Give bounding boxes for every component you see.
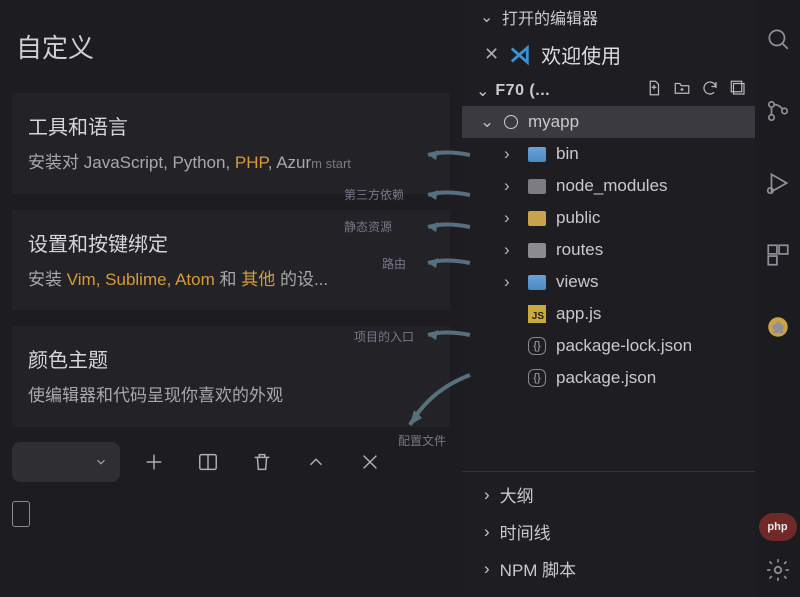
outline-section[interactable]: ›大纲 bbox=[462, 476, 755, 513]
explorer-sidebar: ⌄ 打开的编辑器 ✕ 欢迎使用 ⌄ F70 (... ⌄ myapp › bin … bbox=[462, 0, 755, 597]
json-icon: {} bbox=[528, 369, 546, 387]
card-desc: 安装 Vim, Sublime, Atom 和 其他 的设... bbox=[28, 267, 434, 293]
folder-label: node_modules bbox=[556, 176, 668, 196]
vscode-icon bbox=[509, 44, 531, 66]
chevron-down-icon: ⌄ bbox=[480, 112, 494, 132]
folder-label: myapp bbox=[528, 112, 579, 132]
folder-label: bin bbox=[556, 144, 579, 164]
debug-icon[interactable] bbox=[763, 168, 793, 198]
chevron-right-icon: › bbox=[504, 208, 518, 228]
php-badge: php bbox=[759, 513, 797, 541]
folder-label: views bbox=[556, 272, 599, 292]
placeholder-icon bbox=[12, 501, 30, 527]
folder-label: public bbox=[556, 208, 600, 228]
card-desc: 安装对 JavaScript, Python, PHP, Azurm start bbox=[28, 150, 434, 176]
search-icon[interactable] bbox=[763, 24, 793, 54]
card-theme[interactable]: 颜色主题 使编辑器和代码呈现你喜欢的外观 bbox=[12, 326, 450, 427]
workspace-row[interactable]: ⌄ F70 (... bbox=[462, 75, 755, 106]
tree-folder[interactable]: › bin bbox=[462, 138, 755, 170]
card-tools[interactable]: 工具和语言 安装对 JavaScript, Python, PHP, Azurm… bbox=[12, 93, 450, 194]
npm-section[interactable]: ›NPM 脚本 bbox=[462, 550, 755, 587]
sidebar-bottom: ›大纲 ›时间线 ›NPM 脚本 bbox=[462, 457, 755, 597]
add-button[interactable] bbox=[134, 442, 174, 482]
card-settings[interactable]: 设置和按键绑定 安装 Vim, Sublime, Atom 和 其他 的设... bbox=[12, 210, 450, 311]
chevron-down-icon: ⌄ bbox=[480, 7, 494, 27]
circle-icon bbox=[504, 115, 518, 129]
tree-folder[interactable]: › routes bbox=[462, 234, 755, 266]
chevron-right-icon: › bbox=[504, 176, 518, 196]
collapse-all-icon[interactable] bbox=[729, 79, 747, 102]
tree-root[interactable]: ⌄ myapp bbox=[462, 106, 755, 138]
annotation-config: 配置文件 bbox=[398, 432, 446, 449]
file-label: package.json bbox=[556, 368, 656, 388]
chevron-down-icon bbox=[94, 455, 108, 469]
open-editor-tab[interactable]: ✕ 欢迎使用 bbox=[462, 34, 755, 75]
chevron-right-icon: › bbox=[484, 485, 490, 505]
json-icon: {} bbox=[528, 337, 546, 355]
link-other[interactable]: 其他 bbox=[241, 270, 275, 289]
refresh-icon[interactable] bbox=[701, 79, 719, 102]
card-desc: 使编辑器和代码呈现你喜欢的外观 bbox=[28, 383, 434, 409]
source-control-icon[interactable] bbox=[763, 96, 793, 126]
tree-file[interactable]: {} package.json bbox=[462, 362, 755, 394]
folder-icon bbox=[528, 211, 546, 226]
tab-well[interactable] bbox=[12, 442, 120, 482]
new-file-icon[interactable] bbox=[645, 79, 663, 102]
file-label: app.js bbox=[556, 304, 601, 324]
trash-button[interactable] bbox=[242, 442, 282, 482]
chevron-down-icon: ⌄ bbox=[476, 81, 489, 101]
section-title: 自定义 bbox=[0, 18, 462, 85]
tree-folder[interactable]: › public bbox=[462, 202, 755, 234]
chevron-right-icon: › bbox=[484, 522, 490, 542]
chevron-right-icon: › bbox=[504, 272, 518, 292]
tab-label: 欢迎使用 bbox=[541, 40, 621, 69]
svg-text:会: 会 bbox=[772, 321, 783, 334]
collapse-button[interactable] bbox=[296, 442, 336, 482]
folder-icon bbox=[528, 147, 546, 162]
folder-label: routes bbox=[556, 240, 603, 260]
tree-file[interactable]: {} package-lock.json bbox=[462, 330, 755, 362]
card-heading: 颜色主题 bbox=[28, 344, 434, 373]
activity-bar: 会 php bbox=[755, 0, 800, 597]
workspace-name: F70 (... bbox=[495, 82, 550, 100]
file-tree: ⌄ myapp › bin › node_modules › public › rout… bbox=[462, 106, 755, 400]
folder-icon bbox=[528, 275, 546, 290]
link-keymaps[interactable]: Vim, Sublime, Atom bbox=[67, 270, 215, 289]
chevron-right-icon: › bbox=[504, 240, 518, 260]
card-heading: 设置和按键绑定 bbox=[28, 228, 434, 257]
close-icon[interactable]: ✕ bbox=[484, 44, 499, 65]
close-button[interactable] bbox=[350, 442, 390, 482]
extensions-icon[interactable] bbox=[763, 240, 793, 270]
js-icon: JS bbox=[528, 305, 546, 323]
file-label: package-lock.json bbox=[556, 336, 692, 356]
folder-icon bbox=[528, 179, 546, 194]
tree-folder[interactable]: › views bbox=[462, 266, 755, 298]
chevron-right-icon: › bbox=[504, 144, 518, 164]
timeline-section[interactable]: ›时间线 bbox=[462, 513, 755, 550]
new-folder-icon[interactable] bbox=[673, 79, 691, 102]
account-icon[interactable]: 会 bbox=[763, 312, 793, 342]
card-heading: 工具和语言 bbox=[28, 111, 434, 140]
open-editors-section[interactable]: ⌄ 打开的编辑器 bbox=[462, 0, 755, 34]
welcome-pane: 自定义 工具和语言 安装对 JavaScript, Python, PHP, A… bbox=[0, 0, 462, 597]
panel-toolbar bbox=[12, 442, 390, 482]
settings-gear-icon[interactable] bbox=[763, 555, 793, 585]
link-php[interactable]: PHP bbox=[235, 153, 268, 172]
tree-folder[interactable]: › node_modules bbox=[462, 170, 755, 202]
folder-icon bbox=[528, 243, 546, 258]
tree-file[interactable]: JS app.js bbox=[462, 298, 755, 330]
chevron-right-icon: › bbox=[484, 559, 490, 579]
split-button[interactable] bbox=[188, 442, 228, 482]
divider bbox=[462, 471, 755, 472]
